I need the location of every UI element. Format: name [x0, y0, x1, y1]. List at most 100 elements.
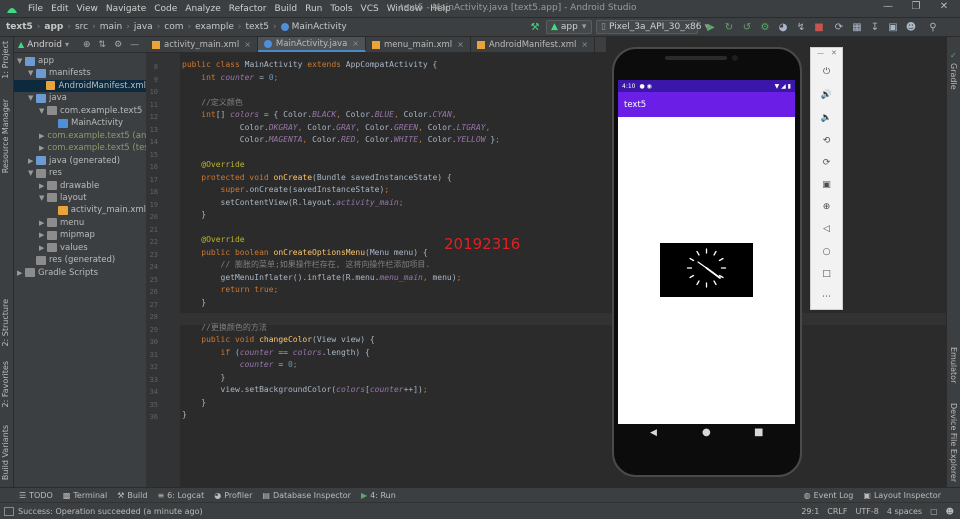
tree-item[interactable]: ▶ Gradle Scripts — [14, 267, 146, 279]
back-icon[interactable]: ◀ — [650, 428, 657, 438]
chevron-right-icon[interactable]: ▶ — [39, 144, 44, 152]
chevron-down-icon[interactable]: ▼ — [28, 69, 36, 77]
minimize-icon[interactable]: — — [880, 1, 896, 12]
back-icon[interactable]: ◁ — [811, 221, 842, 237]
tree-item[interactable]: ▶ menu — [14, 217, 146, 229]
breadcrumb-item[interactable]: text5 — [246, 22, 270, 32]
maximize-icon[interactable]: ❐ — [908, 1, 924, 12]
line-separator[interactable]: CRLF — [827, 507, 847, 516]
tool-database-inspector[interactable]: ▤ Database Inspector — [257, 491, 356, 500]
tool-windows-icon[interactable] — [4, 506, 14, 516]
chevron-right-icon[interactable]: ▶ — [39, 132, 44, 140]
collapse-icon[interactable]: ⇅ — [99, 40, 107, 50]
chevron-right-icon[interactable]: ▶ — [39, 182, 47, 190]
lock-icon[interactable]: ▢ — [930, 507, 938, 516]
chevron-right-icon[interactable]: ▶ — [39, 244, 47, 252]
tree-item[interactable]: ▼ com.example.text5 — [14, 105, 146, 117]
attach-debugger-icon[interactable]: ↯ — [794, 20, 808, 34]
breadcrumb-item[interactable]: MainActivity — [292, 22, 347, 32]
close-icon[interactable]: ✕ — [831, 49, 837, 57]
breadcrumb-item[interactable]: text5 — [6, 22, 33, 32]
tool-resource-manager[interactable]: Resource Manager — [1, 99, 10, 173]
tree-item[interactable]: ▼ res — [14, 167, 146, 179]
chevron-down-icon[interactable]: ▼ — [39, 107, 47, 115]
rotate-right-icon[interactable]: ⟳ — [811, 155, 842, 171]
tool-emulator[interactable]: Emulator — [949, 347, 958, 383]
camera-icon[interactable]: ▣ — [811, 177, 842, 193]
tool-device-file-explorer[interactable]: Device File Explorer — [949, 403, 958, 482]
menu-edit[interactable]: Edit — [47, 4, 72, 14]
debug-icon[interactable]: ⚙ — [758, 20, 772, 34]
menu-tools[interactable]: Tools — [326, 4, 356, 14]
menu-code[interactable]: Code — [150, 4, 181, 14]
sdk-manager-icon[interactable]: ↧ — [868, 20, 882, 34]
tool-build[interactable]: ⚒ Build — [112, 491, 152, 500]
tool-favorites[interactable]: 2: Favorites — [1, 361, 10, 407]
tool-gradle[interactable]: Gradle — [949, 63, 958, 90]
menu-build[interactable]: Build — [271, 4, 302, 14]
tool-logcat[interactable]: ≡ 6: Logcat — [152, 491, 209, 500]
close-icon[interactable]: ✕ — [936, 1, 952, 12]
stop-icon[interactable]: ■ — [812, 20, 826, 34]
editor-tab[interactable]: menu_main.xml × — [366, 37, 471, 52]
hide-icon[interactable]: — — [130, 40, 139, 50]
tool-project[interactable]: 1: Project — [1, 41, 10, 79]
chevron-down-icon[interactable]: ▾ — [65, 40, 69, 49]
tree-item[interactable]: ▼ manifests — [14, 67, 146, 79]
tool-structure[interactable]: 2: Structure — [1, 299, 10, 347]
menu-vcs[interactable]: VCS — [357, 4, 383, 14]
tree-item[interactable]: ▶ com.example.text5 (test) — [14, 142, 146, 154]
run-icon[interactable]: ▶ — [704, 20, 718, 34]
menu-analyze[interactable]: Analyze — [181, 4, 224, 14]
chevron-down-icon[interactable]: ▼ — [28, 94, 36, 102]
run-config-select[interactable]: ▲ app ▾ — [546, 20, 592, 34]
chevron-right-icon[interactable]: ▶ — [28, 157, 36, 165]
overview-icon[interactable]: ■ — [754, 427, 763, 438]
profile-icon[interactable]: ◕ — [776, 20, 790, 34]
breadcrumb-item[interactable]: java — [134, 22, 153, 32]
status-message[interactable]: Success: Operation succeeded (a minute a… — [18, 507, 203, 516]
tree-item[interactable]: activity_main.xml — [14, 204, 146, 216]
editor-tab[interactable]: MainActivity.java × — [257, 37, 366, 52]
tool-build-variants[interactable]: Build Variants — [1, 425, 10, 480]
menu-file[interactable]: File — [24, 4, 47, 14]
apply-code-changes-icon[interactable]: ↺ — [740, 20, 754, 34]
volume-down-icon[interactable]: 🔈 — [811, 110, 842, 126]
tree-item[interactable]: ▶ java (generated) — [14, 155, 146, 167]
account-icon[interactable]: ☻ — [904, 20, 918, 34]
tree-item[interactable]: ▶ values — [14, 242, 146, 254]
volume-up-icon[interactable]: 🔊 — [811, 87, 842, 103]
chevron-right-icon[interactable]: ▶ — [17, 269, 25, 277]
editor-tab[interactable]: activity_main.xml × — [146, 37, 258, 52]
breadcrumb-item[interactable]: app — [44, 22, 63, 32]
tree-item[interactable]: res (generated) — [14, 254, 146, 266]
home-icon[interactable]: ○ — [811, 244, 842, 260]
inspector-icon[interactable]: ☻ — [946, 507, 954, 516]
menu-navigate[interactable]: Navigate — [102, 4, 150, 14]
breadcrumb-item[interactable]: com — [164, 22, 183, 32]
avd-manager-icon[interactable]: ▦ — [850, 20, 864, 34]
close-tab-icon[interactable]: × — [352, 39, 359, 48]
view-mode-select[interactable]: Android — [27, 40, 62, 50]
analog-clock-view[interactable] — [660, 243, 753, 297]
gear-icon[interactable]: ⚙ — [114, 40, 122, 50]
chevron-down-icon[interactable]: ▼ — [17, 57, 25, 65]
chevron-right-icon[interactable]: ▶ — [39, 231, 47, 239]
device-select[interactable]: ▯ Pixel_3a_API_30_x86 ▾ — [596, 20, 709, 34]
chevron-down-icon[interactable]: ▼ — [28, 169, 36, 177]
breadcrumb-item[interactable]: example — [195, 22, 234, 32]
tree-item[interactable]: ▶ mipmap — [14, 229, 146, 241]
tool-profiler[interactable]: ◕ Profiler — [209, 491, 257, 500]
close-tab-icon[interactable]: × — [244, 40, 251, 49]
make-project-icon[interactable]: ⚒ — [528, 20, 542, 34]
locate-icon[interactable]: ⊕ — [83, 40, 91, 50]
search-icon[interactable]: ⚲ — [926, 20, 940, 34]
menu-refactor[interactable]: Refactor — [225, 4, 271, 14]
tool-layout-inspector[interactable]: ▣ Layout Inspector — [858, 491, 946, 500]
tool-terminal[interactable]: ▩ Terminal — [58, 491, 112, 500]
menu-run[interactable]: Run — [301, 4, 326, 14]
tree-item[interactable]: ▼ java — [14, 92, 146, 104]
overview-icon[interactable]: □ — [811, 266, 842, 282]
apply-changes-icon[interactable]: ↻ — [722, 20, 736, 34]
tree-item[interactable]: MainActivity — [14, 117, 146, 129]
